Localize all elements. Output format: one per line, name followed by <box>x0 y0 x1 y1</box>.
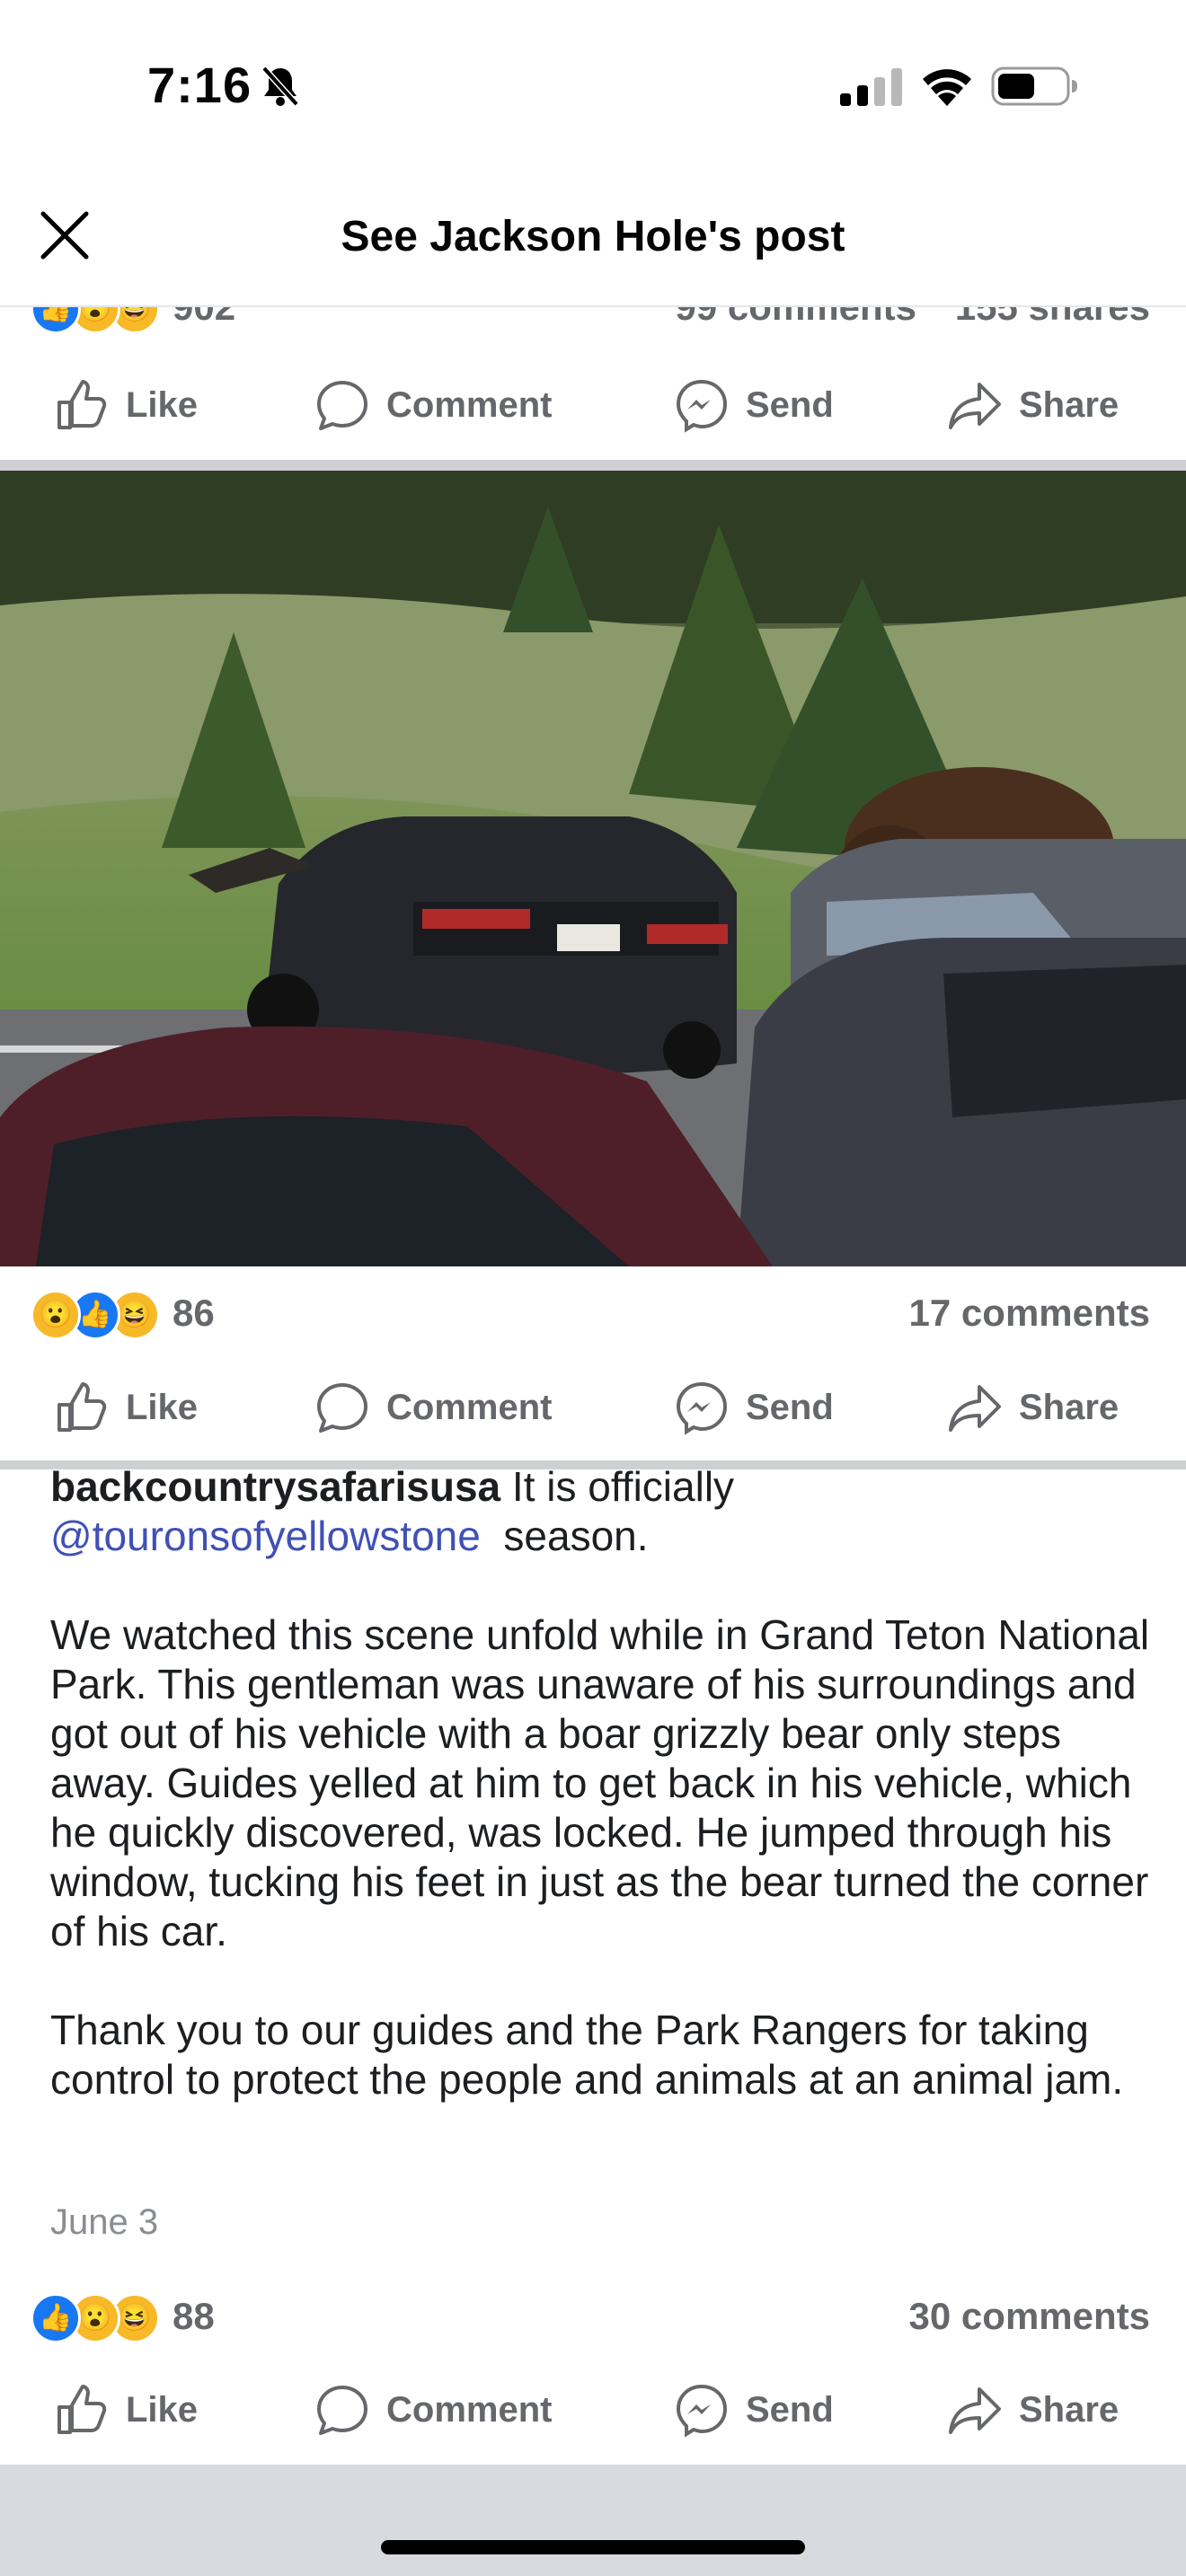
comment-label: Comment <box>386 2389 553 2430</box>
comment-button[interactable]: Comment <box>314 1358 552 1457</box>
username-link[interactable]: backcountrysafarisusa <box>50 1463 500 1510</box>
caption-intro-text: It is officially <box>500 1463 735 1510</box>
caption-intro-suffix: season. <box>491 1513 649 1559</box>
like-icon <box>58 2385 107 2434</box>
send-label: Send <box>746 384 834 425</box>
silent-bell-icon <box>261 66 299 107</box>
share-icon <box>949 383 1001 429</box>
status-bar: 7:16 <box>0 0 1186 171</box>
like-button[interactable]: Like <box>54 1358 198 1457</box>
battery-icon <box>991 66 1077 106</box>
post-photo[interactable] <box>0 471 1186 1266</box>
comment-label: Comment <box>386 384 553 425</box>
like-label: Like <box>126 1387 199 1427</box>
share-icon <box>949 2387 1001 2434</box>
reaction-count[interactable]: 88 <box>173 2295 215 2338</box>
action-bar: Like Comment Send Share <box>0 1358 1186 1457</box>
action-bar: Like Comment Send Share <box>0 356 1186 454</box>
share-button[interactable]: Share <box>947 356 1119 454</box>
post-header: See Jackson Hole's post <box>0 180 1186 307</box>
bottom-bar <box>0 2465 1186 2576</box>
like-icon <box>58 1382 107 1432</box>
comment-icon <box>317 2386 367 2435</box>
share-button[interactable]: Share <box>947 1358 1119 1457</box>
post-divider <box>0 460 1186 471</box>
like-button[interactable]: Like <box>54 2360 198 2459</box>
reaction-count[interactable]: 86 <box>173 1292 215 1335</box>
send-button[interactable]: Send <box>674 356 834 454</box>
send-label: Send <box>746 2389 834 2430</box>
caption-paragraph: We watched this scene unfold while in Gr… <box>50 1611 1150 1954</box>
cellular-signal-icon <box>840 68 902 106</box>
like-label: Like <box>126 384 199 425</box>
wow-emoji-icon: 😮 <box>31 1290 81 1340</box>
send-button[interactable]: Send <box>674 2360 834 2459</box>
messenger-icon <box>676 2384 728 2438</box>
page-title: See Jackson Hole's post <box>341 213 845 260</box>
share-label: Share <box>1019 2389 1120 2430</box>
post-date[interactable]: June 3 <box>50 2202 158 2243</box>
share-icon <box>949 1385 1001 1432</box>
reaction-icons: 😮 👍 😆 <box>31 1290 165 1340</box>
share-button[interactable]: Share <box>947 2360 1119 2459</box>
wifi-icon <box>923 69 971 106</box>
like-label: Like <box>126 2389 199 2430</box>
share-label: Share <box>1019 384 1120 425</box>
comments-count[interactable]: 30 comments <box>909 2295 1150 2338</box>
comment-icon <box>317 1383 367 1433</box>
like-button[interactable]: Like <box>54 356 198 454</box>
photo-post-stats: 😮 👍 😆 86 17 comments <box>0 1281 1186 1344</box>
comment-label: Comment <box>386 1387 553 1427</box>
grizzly-bear-traffic-photo <box>0 471 1186 1266</box>
send-button[interactable]: Send <box>674 1358 834 1457</box>
messenger-icon <box>676 1381 728 1435</box>
like-emoji-icon: 👍 <box>31 2293 81 2343</box>
status-time: 7:16 <box>147 57 252 113</box>
messenger-icon <box>676 379 728 433</box>
reaction-icons: 👍 😮 😆 <box>31 2293 165 2343</box>
caption-post-stats: 👍 😮 😆 88 30 comments <box>0 2284 1186 2347</box>
mention-link[interactable]: @touronsofyellowstone <box>50 1513 481 1559</box>
action-bar: Like Comment Send Share <box>0 2360 1186 2459</box>
comment-button[interactable]: Comment <box>314 2360 552 2459</box>
home-indicator[interactable] <box>381 2540 805 2554</box>
comments-count[interactable]: 17 comments <box>909 1292 1150 1335</box>
share-label: Share <box>1019 1387 1120 1427</box>
post-caption: backcountrysafarisusa It is officially @… <box>50 1462 1155 2154</box>
comment-icon <box>317 381 367 430</box>
send-label: Send <box>746 1387 834 1427</box>
caption-paragraph: Thank you to our guides and the Park Ran… <box>50 2007 1124 2103</box>
like-icon <box>58 380 107 429</box>
caption-intro: backcountrysafarisusa It is officially @… <box>50 1462 1155 1561</box>
comment-button[interactable]: Comment <box>314 356 552 454</box>
